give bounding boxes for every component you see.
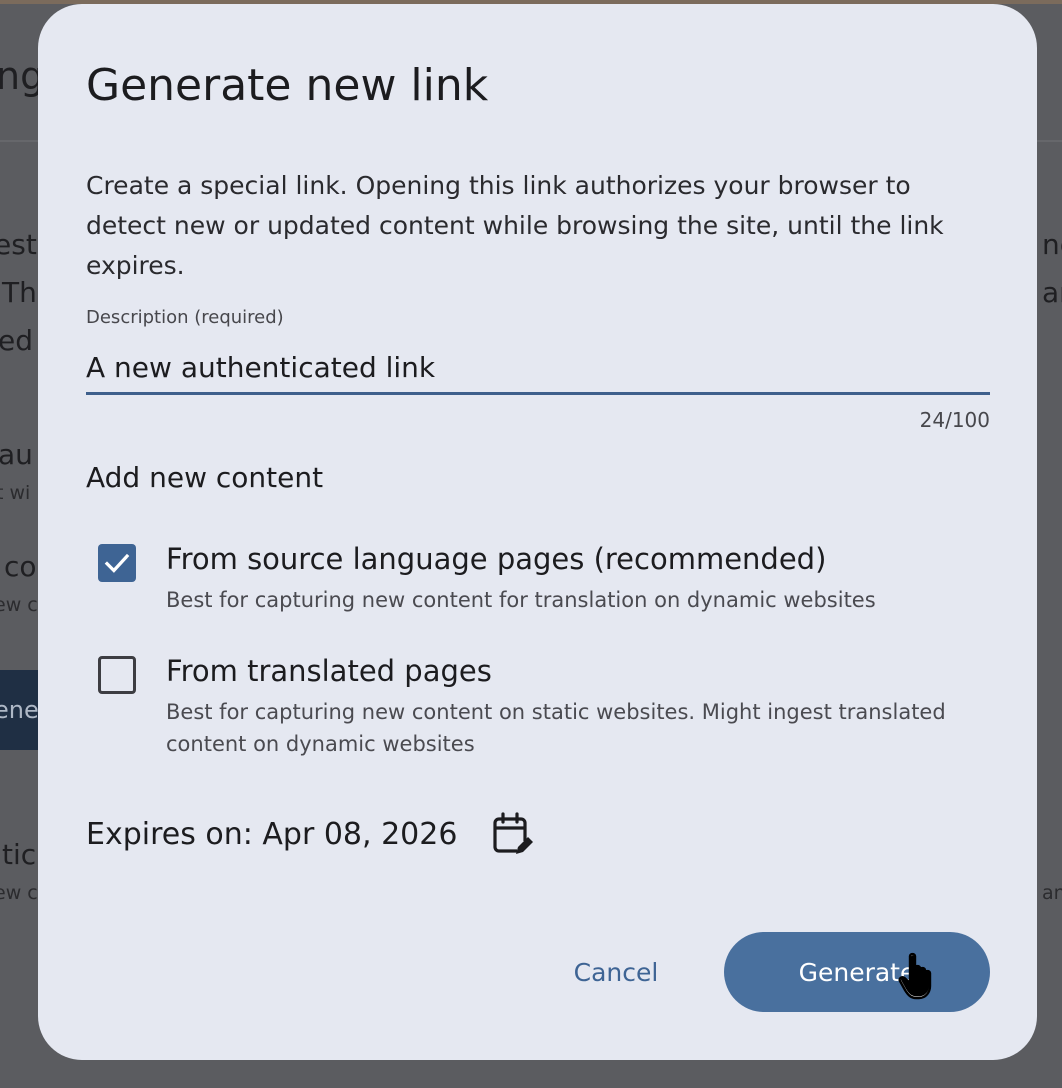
generate-link-dialog: Generate new link Create a special link.… bbox=[38, 4, 1037, 1060]
expires-row: Expires on: Apr 08, 2026 bbox=[86, 810, 536, 858]
description-input[interactable] bbox=[86, 342, 990, 395]
background-text: an bbox=[1042, 882, 1062, 904]
background-text: au bbox=[0, 438, 33, 471]
source-pages-help: Best for capturing new content for trans… bbox=[166, 588, 876, 612]
background-text: est bbox=[0, 228, 37, 261]
expires-date: Expires on: Apr 08, 2026 bbox=[86, 816, 458, 852]
background-text: an bbox=[1042, 276, 1062, 309]
source-pages-checkbox[interactable] bbox=[98, 544, 136, 582]
background-text: co bbox=[4, 550, 37, 583]
add-new-content-heading: Add new content bbox=[86, 461, 324, 494]
background-text: t wi bbox=[0, 482, 31, 504]
source-pages-label[interactable]: From source language pages (recommended) bbox=[166, 542, 826, 576]
background-button: ene bbox=[0, 670, 38, 750]
background-text: tic bbox=[2, 838, 37, 871]
translated-pages-checkbox[interactable] bbox=[98, 656, 136, 694]
calendar-edit-icon bbox=[493, 812, 536, 857]
background-button-label: ene bbox=[0, 696, 38, 724]
background-text: Th bbox=[2, 276, 37, 309]
generate-button[interactable]: Generate bbox=[724, 932, 990, 1012]
background-text: ne bbox=[1042, 228, 1062, 261]
translated-pages-help: Best for capturing new content on static… bbox=[166, 700, 946, 756]
background-text: ew c bbox=[0, 594, 38, 616]
description-field-label: Description (required) bbox=[86, 307, 284, 328]
translated-pages-label[interactable]: From translated pages bbox=[166, 654, 492, 688]
check-icon bbox=[104, 553, 130, 573]
background-text: ew c bbox=[0, 882, 38, 904]
cancel-button[interactable]: Cancel bbox=[546, 934, 686, 1010]
dialog-title: Generate new link bbox=[86, 60, 489, 111]
character-counter: 24/100 bbox=[919, 408, 990, 432]
calendar-edit-button[interactable] bbox=[491, 810, 536, 858]
dialog-description: Create a special link. Opening this link… bbox=[86, 171, 944, 280]
